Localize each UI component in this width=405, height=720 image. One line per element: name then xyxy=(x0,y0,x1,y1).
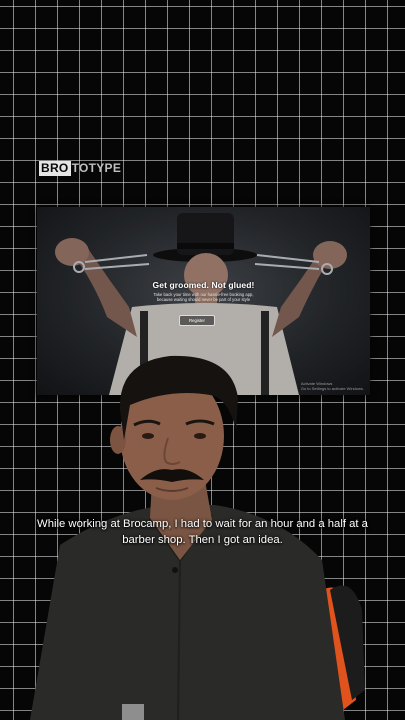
subtitle-caption: While working at Brocamp, I had to wait … xyxy=(37,518,368,546)
presenter xyxy=(30,355,365,720)
lapel-mic xyxy=(172,567,178,573)
